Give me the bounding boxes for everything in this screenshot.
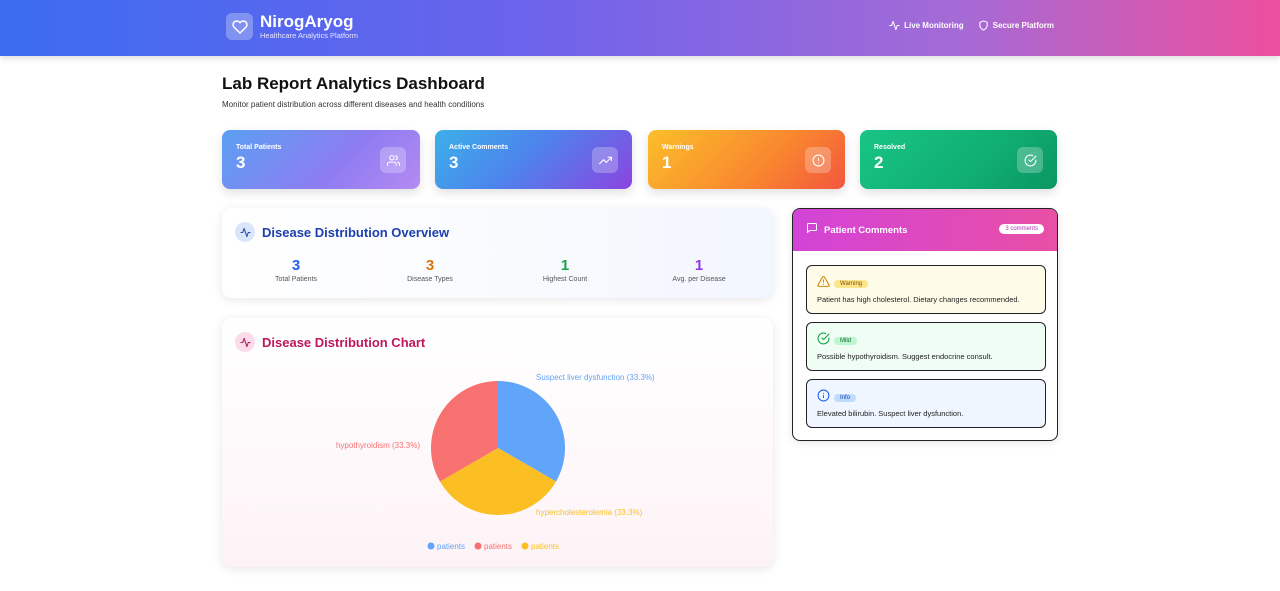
brand[interactable]: NirogAryog Healthcare Analytics Platform	[226, 12, 358, 41]
overview-stat-disease-types: 3 Disease Types	[370, 257, 490, 284]
overview-label: Disease Types	[407, 276, 453, 283]
pie-slice-label: Suspect liver dysfunction (33.3%)	[536, 373, 655, 382]
brand-subtitle: Healthcare Analytics Platform	[260, 31, 358, 40]
overview-stat-highest-count: 1 Highest Count	[505, 257, 625, 284]
disease-chart-panel: Disease Distribution Chart Suspect liver…	[222, 318, 773, 567]
message-square-icon	[806, 221, 818, 239]
pie-slice-label: hypothyroidism (33.3%)	[336, 441, 420, 450]
stat-card-active-comments[interactable]: Active Comments 3	[435, 130, 632, 189]
overview-value: 1	[694, 257, 704, 274]
comments-title: Patient Comments	[824, 224, 908, 236]
disease-overview-panel: Disease Distribution Overview 3 Total Pa…	[222, 208, 773, 298]
comment-badge: Info	[834, 394, 857, 402]
check-circle-icon	[1017, 147, 1043, 173]
top-header: NirogAryog Healthcare Analytics Platform…	[0, 0, 1280, 56]
legend-swatch	[521, 542, 529, 550]
legend-swatch	[427, 542, 435, 550]
activity-icon	[889, 20, 900, 31]
comments-header: Patient Comments 3 comments	[793, 209, 1057, 251]
header-nav: Live Monitoring Secure Platform	[889, 20, 1054, 31]
legend-label: patients	[484, 542, 512, 551]
comment-card-mild[interactable]: Mild Possible hypothyroidism. Suggest en…	[806, 322, 1046, 371]
overview-title: Disease Distribution Overview	[262, 224, 450, 240]
stat-card-total-patients[interactable]: Total Patients 3	[222, 130, 420, 189]
overview-value: 3	[291, 257, 301, 274]
nav-secure-platform-label: Secure Platform	[992, 21, 1054, 30]
stat-card-warnings[interactable]: Warnings 1	[648, 130, 845, 189]
legend-item[interactable]: patients	[474, 542, 513, 551]
nav-live-monitoring-label: Live Monitoring	[904, 21, 964, 30]
comment-text: Possible hypothyroidism. Suggest endocri…	[817, 352, 993, 361]
activity-icon	[235, 222, 255, 242]
pie-slice-label: hypercholesterolemia (33.3%)	[536, 508, 643, 517]
brand-name: NirogAryog	[260, 12, 354, 31]
comment-card-warning[interactable]: Warning Patient has high cholesterol. Di…	[806, 265, 1046, 314]
info-circle-icon	[817, 389, 830, 407]
comment-card-info[interactable]: Info Elevated bilirubin. Suspect liver d…	[806, 379, 1046, 428]
shield-icon	[978, 20, 989, 31]
overview-stat-total-patients: 3 Total Patients	[236, 257, 356, 284]
check-circle-icon	[817, 332, 830, 350]
heart-icon	[226, 13, 253, 40]
overview-label: Highest Count	[542, 276, 588, 283]
overview-value: 1	[560, 257, 570, 274]
legend-item[interactable]: patients	[521, 542, 560, 551]
stat-card-resolved[interactable]: Resolved 2	[860, 130, 1057, 189]
patient-comments-panel: Patient Comments 3 comments Warning Pati…	[792, 208, 1058, 441]
comment-text: Elevated bilirubin. Suspect liver dysfun…	[817, 409, 964, 418]
overview-value: 3	[425, 257, 435, 274]
page-title: Lab Report Analytics Dashboard	[222, 74, 485, 93]
legend-swatch	[474, 542, 482, 550]
pie-chart: Suspect liver dysfunction (33.3%) hyperch…	[336, 373, 655, 551]
users-icon	[380, 147, 406, 173]
page-subtitle: Monitor patient distribution across diff…	[222, 100, 485, 109]
comments-count-badge: 3 comments	[999, 224, 1044, 234]
nav-secure-platform[interactable]: Secure Platform	[978, 20, 1054, 31]
comment-badge: Warning	[834, 280, 869, 288]
comment-text: Patient has high cholesterol. Dietary ch…	[817, 295, 1020, 304]
overview-stat-avg-per-disease: 1 Avg. per Disease	[639, 257, 759, 284]
nav-live-monitoring[interactable]: Live Monitoring	[889, 20, 964, 31]
warning-triangle-icon	[817, 275, 830, 293]
legend-label: patients	[531, 542, 559, 551]
overview-label: Avg. per Disease	[672, 276, 726, 283]
trending-up-icon	[592, 147, 618, 173]
legend-label: patients	[437, 542, 465, 551]
alert-circle-icon	[805, 147, 831, 173]
overview-label: Total Patients	[274, 276, 318, 283]
legend-item[interactable]: patients	[427, 542, 466, 551]
comment-badge: Mild	[834, 337, 858, 345]
